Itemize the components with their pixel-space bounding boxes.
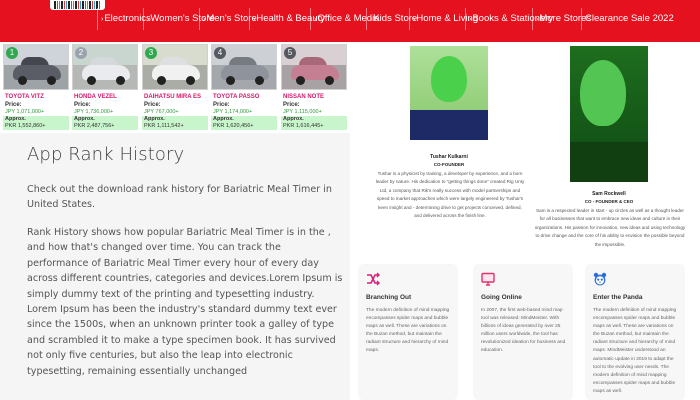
intro-paragraph: Check out the download rank history for … (27, 184, 332, 211)
feature-card-branching-out: Branching Out The modern definition of m… (358, 264, 458, 400)
approx-price: PKR 1,616,445+ (283, 123, 324, 129)
car-photo[interactable]: 5 (281, 44, 347, 90)
approx-price-box: Approx. PKR 1,616,445+ (281, 116, 347, 130)
chevron-right-icon: › (314, 16, 317, 23)
monitor-icon (481, 272, 495, 286)
description-paragraph: Rank History shows how popular Bariatric… (27, 227, 343, 377)
feature-title: Branching Out (366, 294, 412, 301)
approx-label: Approx. (144, 116, 165, 122)
approx-price-box: Approx. PKR 1,111,542+ (142, 116, 208, 130)
top-nav-bar: ›Electronics ›Women's Store ›Men's Store… (0, 0, 700, 42)
barcode-logo-icon (54, 1, 101, 9)
founder-bio: Tushar is a physicist by training, a dev… (375, 171, 525, 219)
car-price: JPY 767,000+ (144, 109, 179, 115)
feature-card-going-online: Going Online In 2007, the first web-base… (473, 264, 573, 400)
feature-title: Going Online (481, 294, 522, 301)
car-wheel (47, 76, 56, 85)
car-wheel (325, 76, 334, 85)
feature-text: The modern definition of mind mapping en… (593, 308, 677, 394)
approx-label: Approx. (213, 116, 234, 122)
approx-label: Approx. (283, 116, 304, 122)
photo-shirt (410, 110, 488, 140)
car-wheel (186, 76, 195, 85)
photo-head (431, 56, 467, 102)
approx-price: PKR 2,487,756+ (74, 123, 115, 129)
chevron-right-icon: › (469, 16, 472, 23)
chevron-right-icon: › (147, 16, 150, 23)
rank-badge: 3 (145, 47, 157, 59)
founder-name: Tushar Kulkarni (430, 154, 468, 160)
car-wheel (296, 76, 305, 85)
car-card-3[interactable]: 3 DAIHATSU MIRA ES Price: JPY 767,000+ A… (142, 44, 208, 132)
photo-head (580, 60, 626, 126)
approx-price-box: Approx. PKR 2,487,756+ (72, 116, 138, 130)
chevron-right-icon: › (101, 16, 104, 23)
car-card-1[interactable]: 1 TOYOTA VITZ Price: JPY 1,071,000+ Appr… (3, 44, 69, 132)
car-name[interactable]: HONDA VEZEL (74, 94, 117, 100)
car-name[interactable]: DAIHATSU MIRA ES (144, 94, 201, 100)
founder-role: CO - FOUNDER & CEO (584, 199, 634, 204)
feature-text: In 2007, the first web-based mind map to… (481, 308, 566, 354)
approx-price-box: Approx. PKR 1,620,456+ (211, 116, 277, 130)
shuffle-icon (367, 272, 380, 286)
car-photo[interactable]: 4 (211, 44, 277, 90)
car-card-2[interactable]: 2 HONDA VEZEL Price: JPY 1,736,000+ Appr… (72, 44, 138, 132)
car-price: JPY 1,071,000+ (5, 109, 45, 115)
photo-shirt (570, 142, 648, 182)
panda-icon (593, 272, 607, 286)
approx-price: PKR 1,111,542+ (144, 123, 184, 129)
car-name[interactable]: NISSAN NOTE (283, 94, 324, 100)
approx-label: Approx. (74, 116, 95, 122)
nav-item-label: Clearance Sale 2022 (585, 13, 674, 24)
chevron-right-icon: › (253, 16, 256, 23)
nav-item-clearance-sale[interactable]: Clearance Sale 2022 (581, 8, 674, 30)
feature-text: The modern definition of mind mapping en… (366, 308, 450, 354)
car-wheel (18, 76, 27, 85)
rank-badge: 4 (214, 47, 226, 59)
founder-name: Sam Rockwell (592, 191, 626, 197)
car-wheel (116, 76, 125, 85)
founder-photo-sam (570, 46, 648, 182)
car-photo[interactable]: 3 (142, 44, 208, 90)
car-card-4[interactable]: 4 TOYOTA PASSO Price: JPY 1,174,000+ App… (211, 44, 277, 132)
founder-role: CO-FOUNDER (433, 162, 465, 167)
car-name[interactable]: TOYOTA PASSO (213, 94, 259, 100)
price-label: Price: (144, 102, 161, 108)
feature-card-enter-the-panda: Enter the Panda The modern definition of… (585, 264, 685, 400)
car-price: JPY 1,736,000+ (74, 109, 114, 115)
car-wheel (226, 76, 235, 85)
feature-title: Enter the Panda (593, 294, 643, 301)
car-wheel (87, 76, 96, 85)
price-label: Price: (74, 102, 91, 108)
car-price: JPY 1,115,000+ (283, 109, 322, 115)
car-name[interactable]: TOYOTA VITZ (5, 94, 44, 100)
approx-label: Approx. (5, 116, 26, 122)
chevron-right-icon: › (370, 16, 373, 23)
approx-price: PKR 1,620,456+ (213, 123, 254, 129)
approx-price: PKR 1,552,860+ (5, 123, 46, 129)
rank-badge: 2 (75, 47, 87, 59)
founder-bio: Sam is a respected leader in start - up … (534, 208, 686, 247)
price-label: Price: (213, 102, 230, 108)
price-label: Price: (283, 102, 300, 108)
chevron-right-icon: › (203, 16, 206, 23)
rank-badge: 5 (284, 47, 296, 59)
car-card-5[interactable]: 5 NISSAN NOTE Price: JPY 1,115,000+ Appr… (281, 44, 347, 132)
rank-badge: 1 (6, 47, 18, 59)
car-wheel (255, 76, 264, 85)
chevron-right-icon: › (413, 16, 416, 23)
approx-price-box: Approx. PKR 1,552,860+ (3, 116, 69, 130)
price-label: Price: (5, 102, 22, 108)
car-photo[interactable]: 1 (3, 44, 69, 90)
car-price: JPY 1,174,000+ (213, 109, 253, 115)
founder-photo-tushar (410, 46, 488, 140)
car-photo[interactable]: 2 (72, 44, 138, 90)
page-title: App Rank History (27, 144, 185, 165)
car-wheel (157, 76, 166, 85)
chevron-right-icon: › (536, 16, 539, 23)
